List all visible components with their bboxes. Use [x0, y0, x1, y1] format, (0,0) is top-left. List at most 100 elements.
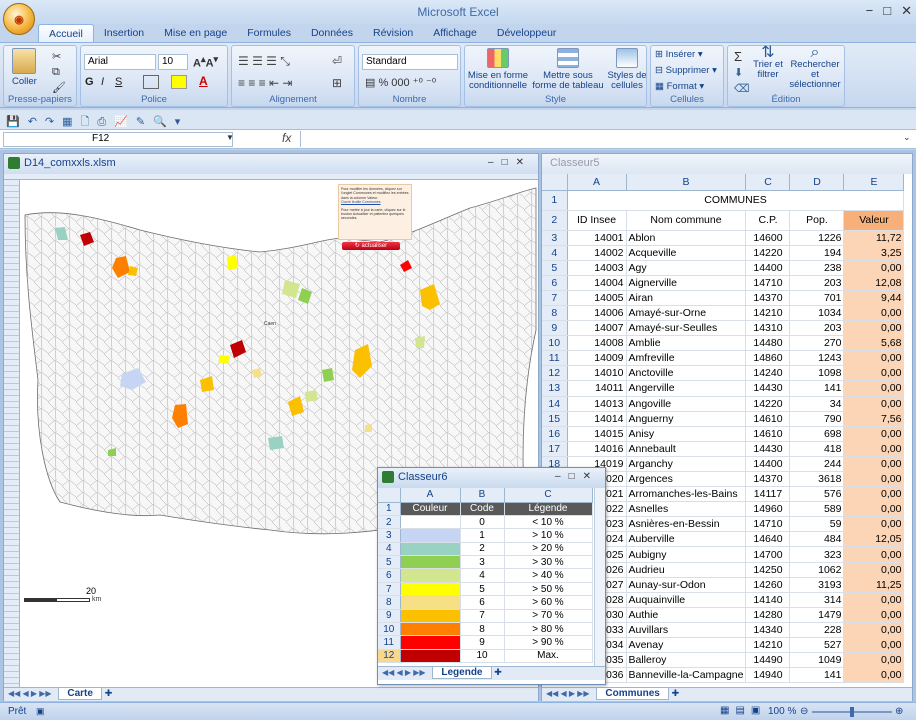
cp-cell[interactable]: 14940	[745, 667, 791, 684]
conditional-format-button[interactable]: Mise en forme conditionnelle	[467, 48, 529, 91]
row-header[interactable]: 11	[542, 350, 568, 367]
formula-input[interactable]	[300, 131, 900, 147]
row-header[interactable]: 3	[378, 528, 401, 543]
row-header[interactable]: 9	[378, 609, 401, 624]
sort-filter-button[interactable]: ⇅ Trier et filtrer	[752, 45, 784, 80]
cp-cell[interactable]: 14260	[745, 577, 791, 593]
cp-cell[interactable]: 14700	[745, 546, 791, 563]
cp-cell[interactable]: 14860	[745, 350, 791, 367]
nom-commune-cell[interactable]: Anguerny	[626, 411, 747, 427]
legend-color-swatch[interactable]	[400, 515, 461, 530]
pop-cell[interactable]: 34	[789, 396, 845, 412]
pop-cell[interactable]: 3618	[789, 471, 845, 488]
legend-color-swatch[interactable]	[400, 595, 461, 610]
row-header[interactable]: 12	[378, 649, 401, 664]
sheet-nav-icons[interactable]: ◀◀ ◀ ▶ ▶▶	[4, 689, 56, 698]
number-format-icons[interactable]: ▤ % 000 ⁺⁰ ⁻⁰	[365, 76, 436, 89]
nom-commune-cell[interactable]: Amayé-sur-Seulles	[626, 320, 747, 337]
cp-cell[interactable]: 14600	[745, 230, 791, 246]
pop-cell[interactable]: 203	[789, 320, 845, 337]
tab-donnees[interactable]: Données	[301, 24, 363, 43]
sheet-tab-carte[interactable]: Carte	[58, 688, 102, 700]
tab-insertion[interactable]: Insertion	[94, 24, 154, 43]
valeur-cell[interactable]: 0,00	[843, 501, 905, 518]
cp-cell[interactable]: 14310	[745, 320, 791, 337]
row-header[interactable]: 7	[378, 582, 401, 597]
tab-mise-en-page[interactable]: Mise en page	[154, 24, 237, 43]
row-header[interactable]: 8	[542, 305, 568, 322]
cp-cell[interactable]: 14710	[745, 275, 791, 291]
legend-color-swatch[interactable]	[400, 568, 461, 583]
map-window-controls[interactable]: ‒□✕	[488, 157, 532, 168]
pop-cell[interactable]: 698	[789, 426, 845, 442]
valeur-cell[interactable]: 7,56	[843, 411, 905, 427]
cp-cell[interactable]: 14220	[745, 245, 791, 261]
cp-cell[interactable]: 14210	[745, 305, 791, 322]
pop-cell[interactable]: 576	[789, 486, 845, 503]
insert-button[interactable]: ⊞ Insérer ▾	[655, 50, 703, 60]
id-insee-cell[interactable]: 14003	[567, 260, 627, 276]
row-header[interactable]: 4	[542, 245, 568, 261]
cp-cell[interactable]: 14340	[745, 622, 791, 639]
id-insee-cell[interactable]: 14006	[567, 305, 627, 322]
id-insee-cell[interactable]: 14010	[567, 365, 627, 382]
pop-cell[interactable]: 1226	[789, 230, 845, 246]
row-header[interactable]: 2	[542, 210, 568, 231]
cp-cell[interactable]: 14480	[745, 335, 791, 352]
pop-cell[interactable]: 141	[789, 380, 845, 397]
wrap-text-icon[interactable]: ⏎	[332, 54, 342, 68]
id-insee-cell[interactable]: 14014	[567, 411, 627, 427]
cp-cell[interactable]: 14400	[745, 260, 791, 276]
legend-color-swatch[interactable]	[400, 635, 461, 650]
nom-commune-cell[interactable]: Acqueville	[626, 245, 747, 261]
valeur-cell[interactable]: 11,72	[843, 230, 905, 246]
row-header[interactable]: 9	[542, 320, 568, 337]
legend-code-cell[interactable]: 1	[460, 528, 505, 543]
valeur-cell[interactable]: 0,00	[843, 471, 905, 488]
valeur-cell[interactable]: 0,00	[843, 607, 905, 623]
cp-cell[interactable]: 14490	[745, 652, 791, 669]
legend-color-swatch[interactable]	[400, 609, 461, 624]
row-header[interactable]: 10	[542, 335, 568, 352]
nom-commune-cell[interactable]: Asnelles	[626, 501, 747, 518]
nom-commune-cell[interactable]: Anisy	[626, 426, 747, 442]
nom-commune-cell[interactable]: Audrieu	[626, 562, 747, 578]
valeur-cell[interactable]: 12,05	[843, 531, 905, 548]
row-header[interactable]: 11	[378, 635, 401, 650]
valeur-cell[interactable]: 0,00	[843, 516, 905, 533]
minimize-icon[interactable]: −	[866, 3, 874, 19]
nom-commune-cell[interactable]: Authie	[626, 607, 747, 623]
nom-commune-cell[interactable]: Auquainville	[626, 592, 747, 608]
id-insee-cell[interactable]: 14016	[567, 441, 627, 457]
valeur-cell[interactable]: 0,00	[843, 486, 905, 503]
nom-commune-cell[interactable]: Amfreville	[626, 350, 747, 367]
valeur-cell[interactable]: 0,00	[843, 365, 905, 382]
cp-cell[interactable]: 14610	[745, 426, 791, 442]
legend-color-swatch[interactable]	[400, 582, 461, 597]
nom-commune-cell[interactable]: Auberville	[626, 531, 747, 548]
bold-button[interactable]: G	[85, 76, 94, 88]
legend-label-cell[interactable]: > 80 %	[504, 622, 593, 637]
maximize-icon[interactable]: □	[883, 3, 891, 19]
tab-developpeur[interactable]: Développeur	[487, 24, 567, 43]
find-select-button[interactable]: ⌕ Rechercher et sélectionner	[786, 45, 844, 90]
cp-cell[interactable]: 14240	[745, 365, 791, 382]
legend-head-legende[interactable]: Légende	[504, 502, 593, 516]
col-title-cp[interactable]: C.P.	[745, 210, 791, 231]
col-title-pop[interactable]: Pop.	[789, 210, 845, 231]
legend-code-cell[interactable]: 9	[460, 635, 505, 650]
valeur-cell[interactable]: 5,68	[843, 335, 905, 352]
classeur6-controls[interactable]: ‒□✕	[555, 471, 599, 482]
cp-cell[interactable]: 14430	[745, 380, 791, 397]
vertical-scrollbar[interactable]	[594, 488, 605, 666]
pop-cell[interactable]: 418	[789, 441, 845, 457]
cp-cell[interactable]: 14210	[745, 637, 791, 654]
pop-cell[interactable]: 203	[789, 275, 845, 291]
format-button[interactable]: ▦ Format ▾	[655, 82, 704, 92]
id-insee-cell[interactable]: 14002	[567, 245, 627, 261]
actualiser-button[interactable]: ↻ actualiser	[342, 242, 400, 250]
row-header[interactable]: 16	[542, 426, 568, 442]
valeur-cell[interactable]: 0,00	[843, 350, 905, 367]
zoom-out-icon[interactable]: ⊖	[800, 706, 808, 717]
valeur-cell[interactable]: 9,44	[843, 290, 905, 306]
